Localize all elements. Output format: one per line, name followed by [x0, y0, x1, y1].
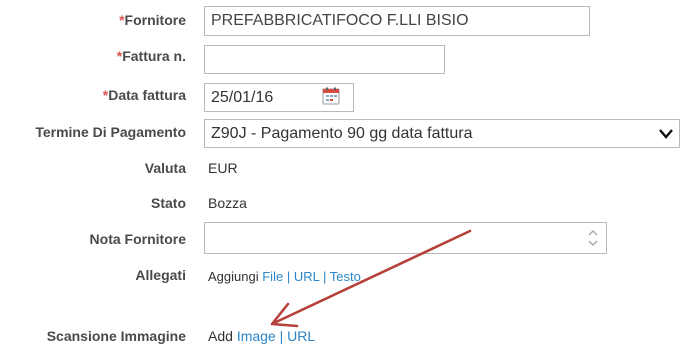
fattura-input[interactable] — [204, 45, 445, 74]
separator: | — [279, 328, 284, 344]
stato-value: Bozza — [208, 195, 247, 211]
add-file-link[interactable]: File — [262, 269, 283, 284]
allegati-links: Aggiungi File | URL | Testo — [208, 269, 361, 285]
add-testo-link[interactable]: Testo — [330, 269, 361, 284]
spinner-arrows-icon[interactable] — [585, 226, 601, 250]
nota-textarea[interactable] — [204, 222, 607, 254]
add-image-link[interactable]: Image — [237, 328, 276, 344]
calendar-icon[interactable] — [320, 86, 342, 108]
data-fattura-label: *Data fattura — [102, 87, 186, 103]
scansione-label: Scansione Immagine — [46, 328, 186, 344]
fornitore-label: *Fornitore — [119, 12, 186, 28]
fornitore-field[interactable]: PREFABBRICATIFOCO F.LLI BISIO — [204, 6, 590, 36]
scansione-links: Add Image | URL — [208, 328, 315, 344]
valuta-label: Valuta — [144, 160, 186, 176]
termine-value: Z90J - Pagamento 90 gg data fattura — [211, 125, 473, 142]
nota-label: Nota Fornitore — [89, 231, 186, 247]
allegati-label: Allegati — [135, 267, 186, 283]
fattura-label: *Fattura n. — [116, 48, 186, 64]
add-scan-url-link[interactable]: URL — [287, 328, 315, 344]
add-url-link[interactable]: URL — [294, 269, 320, 284]
termine-select[interactable]: Z90J - Pagamento 90 gg data fattura — [204, 119, 680, 148]
valuta-value: EUR — [208, 160, 238, 176]
separator: | — [322, 269, 327, 284]
fornitore-value: PREFABBRICATIFOCO F.LLI BISIO — [211, 12, 469, 29]
stato-label: Stato — [151, 195, 186, 211]
add-text: Add — [208, 328, 233, 344]
termine-label: Termine Di Pagamento — [35, 124, 186, 140]
separator: | — [286, 269, 291, 284]
data-fattura-value: 25/01/16 — [211, 89, 274, 106]
chevron-down-icon[interactable] — [655, 120, 677, 147]
aggiungi-text: Aggiungi — [208, 269, 259, 284]
